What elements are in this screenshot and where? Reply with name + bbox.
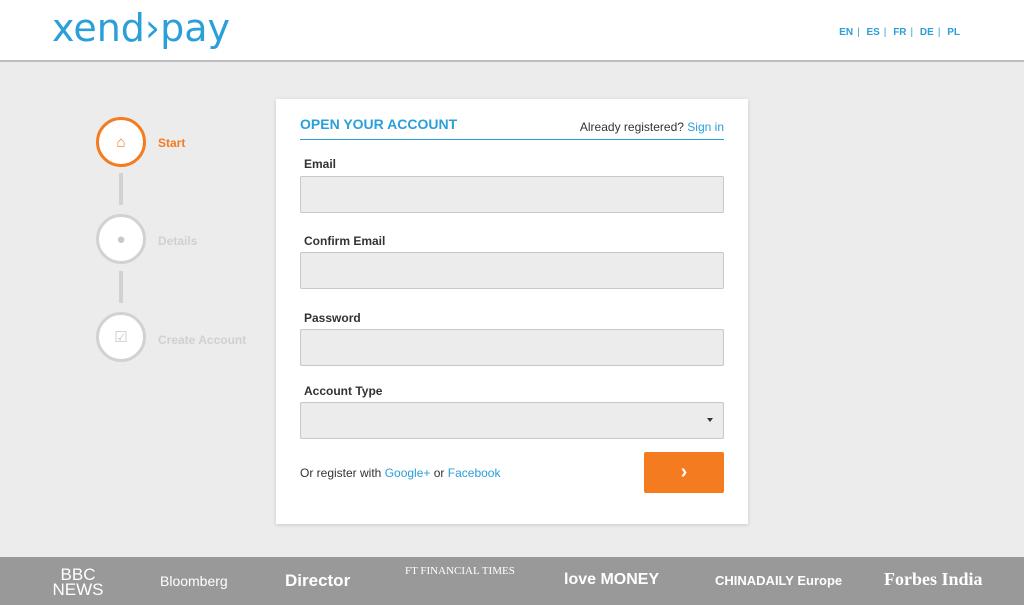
lang-de[interactable]: DE [920, 27, 934, 38]
google-link[interactable]: Google+ [385, 466, 431, 480]
or-text: or [433, 466, 445, 480]
title-divider [300, 139, 724, 140]
already-registered: Already registered? Sign in [580, 120, 724, 134]
already-text: Already registered? [579, 120, 684, 134]
step-details: ● [96, 214, 146, 264]
confirm-email-field[interactable] [300, 252, 724, 289]
language-switcher: EN | ES | FR | DE | PL [839, 27, 960, 38]
caret-down-icon [707, 418, 713, 422]
bbc-news-logo: BBC NEWS [52, 565, 104, 599]
lang-en[interactable]: EN [839, 27, 853, 38]
step-start-label: Start [158, 136, 186, 150]
account-type-label: Account Type [304, 384, 383, 398]
lovemoney-logo: love MONEY [564, 571, 660, 588]
step-create-account-label: Create Account [158, 333, 247, 347]
confirm-email-label: Confirm Email [304, 234, 386, 248]
lang-es[interactable]: ES [866, 27, 879, 38]
step-create-account: ☑ [96, 312, 146, 362]
bloomberg-logo: Bloomberg [160, 573, 228, 589]
next-button[interactable]: › [644, 452, 724, 493]
home-icon: ⌂ [116, 133, 126, 151]
account-type-select[interactable] [300, 402, 724, 439]
chinadaily-logo: CHINADAILY Europe [715, 573, 843, 588]
password-field[interactable] [300, 329, 724, 366]
forbes-logo: Forbes India [884, 569, 983, 589]
xendpay-logo[interactable]: xend›pay [52, 6, 230, 50]
step-connector [119, 173, 123, 205]
lang-pl[interactable]: PL [947, 27, 960, 38]
social-register: Or register with Google+ or Facebook [300, 466, 500, 480]
facebook-link[interactable]: Facebook [448, 466, 501, 480]
lang-fr[interactable]: FR [893, 27, 906, 38]
chevron-right-icon: › [680, 461, 688, 483]
director-logo: Director [285, 571, 351, 590]
signup-card: OPEN YOUR ACCOUNT Already registered? Si… [276, 99, 748, 524]
user-icon: ● [116, 230, 126, 248]
step-connector [119, 271, 123, 303]
header: xend›pay EN | ES | FR | DE | PL [0, 0, 1024, 62]
register-prefix: Or register with [300, 466, 382, 480]
email-field[interactable] [300, 176, 724, 213]
sign-in-link[interactable]: Sign in [687, 120, 724, 134]
step-details-label: Details [158, 234, 198, 248]
email-label: Email [304, 157, 337, 171]
press-logos-bar: BBC NEWS Bloomberg Director FT FINANCIAL… [0, 557, 1024, 605]
step-start: ⌂ [96, 117, 146, 167]
form-title: OPEN YOUR ACCOUNT [300, 116, 458, 132]
ft-logo: FT FINANCIAL TIMES [405, 565, 515, 577]
password-label: Password [304, 311, 361, 325]
checkbox-icon: ☑ [114, 329, 128, 346]
